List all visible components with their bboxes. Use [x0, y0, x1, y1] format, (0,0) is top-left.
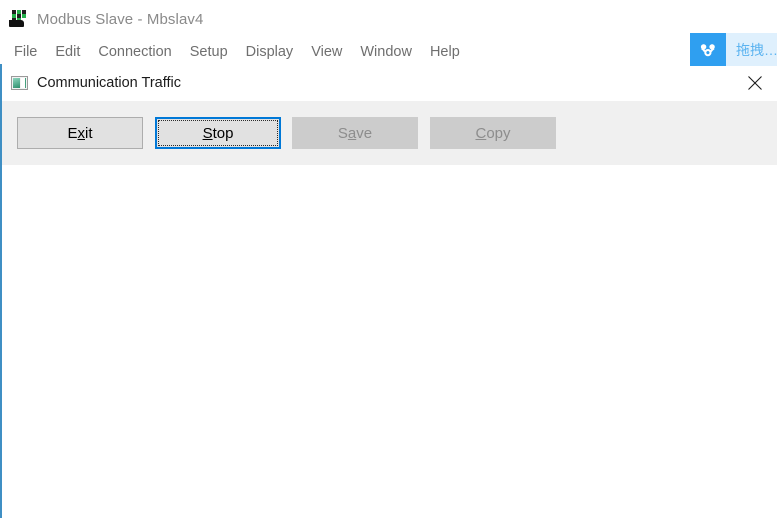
menu-item-file[interactable]: File: [5, 42, 46, 62]
menu-bar: File Edit Connection Setup Display View …: [0, 38, 777, 65]
menu-item-display[interactable]: Display: [237, 42, 303, 62]
stop-button[interactable]: Stop: [155, 117, 281, 149]
baidu-netdisk-icon: [700, 43, 715, 56]
exit-button-label: Exit: [67, 124, 93, 142]
exit-button[interactable]: Exit: [17, 117, 143, 149]
app-title: Modbus Slave - Mbslav4: [37, 10, 204, 28]
save-button-label: Save: [337, 124, 373, 142]
copy-button-label: Copy: [475, 124, 511, 142]
application-root: Modbus Slave - Mbslav4 File Edit Connect…: [0, 0, 777, 518]
menu-item-edit[interactable]: Edit: [46, 42, 89, 62]
netdisk-button[interactable]: [690, 33, 726, 66]
close-icon: [748, 75, 762, 90]
menu-item-connection[interactable]: Connection: [89, 42, 180, 62]
menu-item-help[interactable]: Help: [421, 42, 469, 62]
traffic-toolbar: Exit Stop Save Copy: [2, 101, 777, 165]
traffic-log-area[interactable]: [2, 165, 777, 518]
menu-item-window[interactable]: Window: [351, 42, 421, 62]
menu-item-setup[interactable]: Setup: [181, 42, 237, 62]
close-button[interactable]: [733, 64, 777, 101]
app-title-bar: Modbus Slave - Mbslav4: [0, 0, 777, 38]
window-pane-icon: [11, 75, 28, 90]
netdisk-hint-panel[interactable]: 拖拽…: [726, 33, 777, 66]
menu-item-view[interactable]: View: [302, 42, 351, 62]
netdisk-hint-text: 拖拽…: [736, 41, 777, 58]
child-window-title: Communication Traffic: [37, 74, 181, 91]
stop-button-label: Stop: [202, 124, 234, 142]
copy-button: Copy: [430, 117, 556, 149]
communication-traffic-window: Communication Traffic Exit Stop Save Cop…: [0, 64, 777, 518]
child-title-bar[interactable]: Communication Traffic: [2, 64, 777, 101]
modbus-slave-icon: [9, 10, 27, 28]
save-button: Save: [292, 117, 418, 149]
netdisk-overlay: 拖拽…: [690, 33, 777, 66]
